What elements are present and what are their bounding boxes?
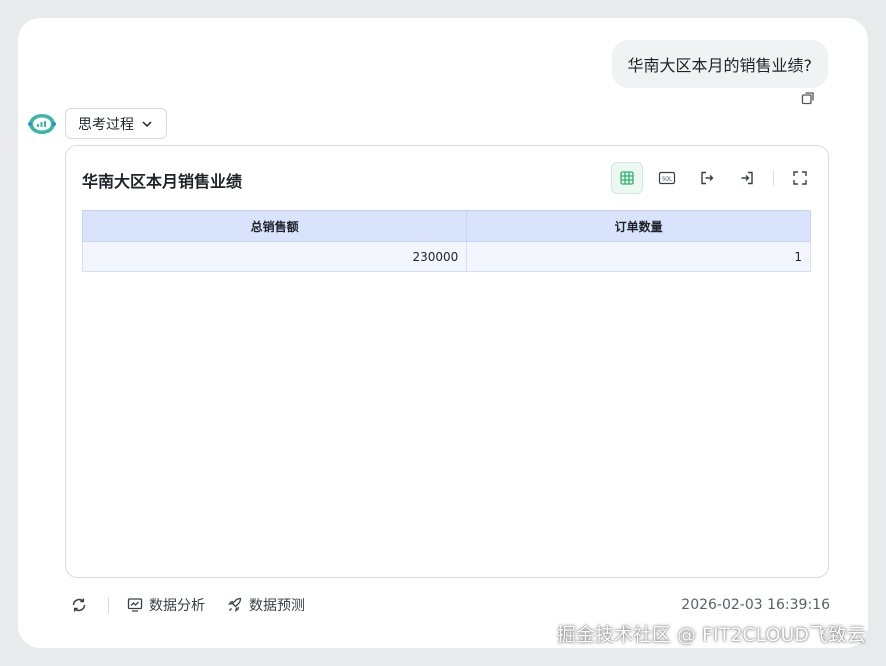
sql-icon-label: SQL bbox=[662, 176, 672, 182]
import-icon bbox=[741, 171, 753, 185]
rocket-icon bbox=[228, 597, 242, 612]
table-row: 230000 1 bbox=[81, 241, 811, 272]
export-button[interactable] bbox=[691, 162, 723, 194]
table-view-button[interactable] bbox=[611, 162, 643, 194]
user-message-bubble: 华南大区本月的销售业绩? bbox=[611, 40, 828, 88]
table-icon bbox=[620, 171, 634, 185]
sql-view-button[interactable]: SQL bbox=[651, 162, 683, 194]
data-forecast-button[interactable]: 数据预测 bbox=[227, 595, 305, 615]
thinking-process-toggle[interactable]: 思考过程 bbox=[65, 108, 167, 139]
fullscreen-button[interactable] bbox=[784, 162, 816, 194]
assistant-avatar-icon bbox=[28, 112, 56, 136]
monitor-chart-icon bbox=[127, 598, 143, 612]
chevron-down-icon bbox=[142, 120, 152, 127]
result-title: 华南大区本月销售业绩 bbox=[82, 172, 243, 191]
result-toolbar: SQL bbox=[611, 161, 816, 195]
fullscreen-icon bbox=[793, 171, 807, 185]
user-message-text: 华南大区本月的销售业绩? bbox=[627, 56, 813, 75]
message-footer: 数据分析 数据预测 2026-02-03 16:39:16 bbox=[70, 594, 830, 616]
insert-button[interactable] bbox=[731, 162, 763, 194]
column-header[interactable]: 总销售额 bbox=[81, 210, 468, 242]
query-result-card: 华南大区本月销售业绩 SQL 总销售额 订单数量 230000 1 bbox=[65, 145, 829, 578]
footer-divider bbox=[108, 597, 109, 613]
toolbar-divider bbox=[773, 170, 774, 186]
data-analysis-label: 数据分析 bbox=[149, 598, 205, 614]
data-analysis-button[interactable]: 数据分析 bbox=[127, 595, 205, 615]
export-icon bbox=[701, 171, 714, 185]
table-cell: 1 bbox=[466, 241, 811, 272]
column-header[interactable]: 订单数量 bbox=[466, 210, 811, 242]
chat-panel: 华南大区本月的销售业绩? 思考过程 华南大区本月销售业绩 SQL 总销售额 订单… bbox=[18, 18, 868, 648]
table-header-row: 总销售额 订单数量 bbox=[81, 210, 811, 242]
watermark-text: 掘金技术社区 @ FIT2CLOUD飞致云 bbox=[557, 624, 866, 646]
refresh-icon[interactable] bbox=[70, 596, 88, 614]
result-table: 总销售额 订单数量 230000 1 bbox=[81, 210, 811, 272]
sql-icon: SQL bbox=[658, 171, 676, 185]
message-timestamp: 2026-02-03 16:39:16 bbox=[681, 597, 830, 613]
thinking-process-label: 思考过程 bbox=[78, 116, 134, 133]
data-forecast-label: 数据预测 bbox=[249, 598, 305, 614]
copy-icon[interactable] bbox=[800, 90, 816, 106]
table-cell: 230000 bbox=[81, 241, 468, 272]
